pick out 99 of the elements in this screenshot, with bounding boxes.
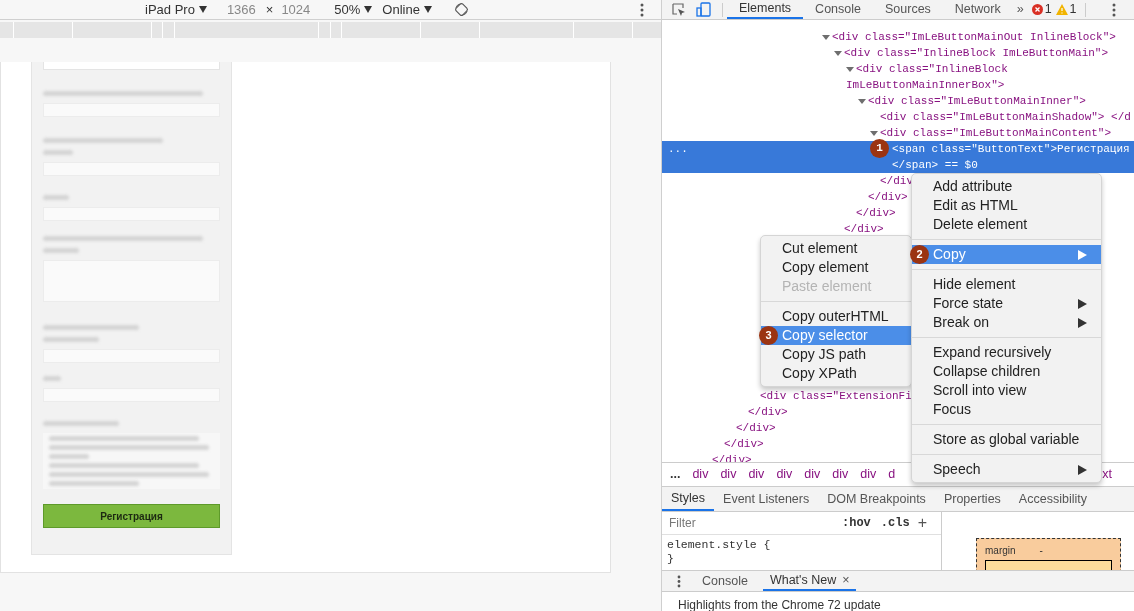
element-tag: <div class="ImLeButtonMainInner">	[868, 92, 1086, 110]
style-rule-line: }	[667, 552, 675, 566]
menu-item[interactable]: Speech	[912, 460, 1101, 479]
step-number-badge: 1	[870, 139, 889, 158]
breadcrumb[interactable]: div	[748, 465, 765, 484]
element-tag: <div class="InlineBlock	[856, 60, 1008, 78]
devtools-tab[interactable]: Network	[942, 0, 1013, 19]
margin-value: -	[1039, 544, 1043, 558]
closing-tag: </div>	[736, 419, 776, 437]
panel-tab[interactable]: Styles	[662, 487, 715, 511]
menu-item[interactable]: Collapse children	[912, 362, 1101, 381]
blurred-text	[49, 454, 89, 459]
breadcrumb[interactable]: div	[692, 465, 709, 484]
expanded-triangle-icon[interactable]	[858, 97, 866, 105]
element-tag: <div class="ImLeButtonMainOut InlineBlock">	[832, 28, 1116, 46]
element-tag: <div class="ExtensionFi	[760, 387, 912, 405]
node-actions[interactable]: ...	[668, 141, 688, 157]
closing-tag: </div>	[748, 403, 788, 421]
breadcrumb[interactable]: div	[860, 465, 877, 484]
closing-tag: </div>	[868, 188, 908, 206]
drawer-tab[interactable]: What's New ×	[762, 571, 857, 591]
panel-tab[interactable]: Accessibility	[1009, 487, 1096, 511]
element-tag: <div class="ImLeButtonMainShadow"> </d	[880, 108, 1131, 126]
hover-state-button[interactable]: :hov	[842, 514, 871, 532]
caret-icon	[423, 6, 432, 13]
whats-new-heading: Highlights from the Chrome 72 update	[678, 598, 881, 611]
menu-item[interactable]: 2 Copy	[912, 245, 1101, 264]
element-tag: <div class="InlineBlock ImLeButtonMain">	[844, 44, 1109, 62]
breadcrumb[interactable]: xt	[1102, 465, 1112, 484]
caret-icon	[364, 6, 373, 13]
breadcrumb[interactable]: d	[888, 465, 896, 484]
menu-item[interactable]: Delete element	[912, 215, 1101, 234]
drawer-menu-icon[interactable]	[677, 574, 681, 588]
breadcrumb[interactable]: div	[804, 465, 821, 484]
devtools-tab[interactable]: Elements	[727, 0, 804, 19]
element-tag: </span> == $0	[892, 156, 978, 174]
rotate-icon[interactable]	[453, 2, 469, 17]
menu-item[interactable]: Force state	[912, 294, 1101, 313]
inspect-element-icon[interactable]	[672, 2, 686, 17]
menu-item[interactable]: Focus	[912, 400, 1101, 419]
menu-item[interactable]: Break on	[912, 313, 1101, 332]
panel-tab[interactable]: Properties	[934, 487, 1010, 511]
panel-tab[interactable]: DOM Breakpoints	[818, 487, 935, 511]
menu-item[interactable]: 3 Copy selector	[761, 326, 911, 345]
device-select[interactable]: iPad Pro	[145, 0, 207, 20]
element-tag: ImLeButtonMainInnerBox">	[846, 76, 1005, 94]
blurred-text	[43, 248, 79, 253]
selected-node-row[interactable]: ... 1 <span class="ButtonText">Регистрация </span> == $0	[662, 141, 1134, 173]
error-icon	[1031, 4, 1043, 15]
menu-item[interactable]: Expand recursively	[912, 343, 1101, 362]
closing-tag: </div>	[856, 204, 896, 222]
menu-item[interactable]: Add attribute	[912, 177, 1101, 196]
breadcrumb[interactable]: div	[720, 465, 737, 484]
menu-item[interactable]: Copy JS path	[761, 345, 911, 364]
step-number-badge: 2	[910, 245, 929, 264]
register-button[interactable]: Регистрация	[43, 504, 220, 528]
blurred-text	[43, 376, 61, 381]
margin-label: margin	[985, 544, 1016, 558]
menu-item[interactable]: Copy outerHTML	[761, 307, 911, 326]
blurred-text	[43, 337, 99, 342]
dimension-separator: ×	[265, 0, 274, 19]
breadcrumb[interactable]: div	[776, 465, 793, 484]
device-toolbar-icon[interactable]	[696, 2, 712, 17]
more-tabs-button[interactable]: »	[1016, 0, 1024, 19]
devtools-tab[interactable]: Sources	[873, 0, 943, 19]
closing-tag: </div>	[712, 451, 752, 462]
element-tag: <div class="ImLeButtonMainContent">	[880, 124, 1112, 142]
close-tab-button[interactable]: ×	[842, 570, 850, 590]
breadcrumb[interactable]: ...	[670, 465, 681, 484]
closing-tag: </div>	[724, 435, 764, 453]
caret-icon	[198, 6, 207, 13]
menu-item[interactable]: Scroll into view	[912, 381, 1101, 400]
style-rule-line: element.style {	[667, 538, 772, 552]
throttle-select[interactable]: Online	[382, 0, 432, 20]
blurred-text	[43, 150, 73, 155]
closing-tag: </div>	[844, 220, 884, 238]
step-number-badge: 3	[759, 326, 778, 345]
class-button[interactable]: .cls	[880, 514, 910, 532]
warning-count[interactable]: 1	[1055, 0, 1077, 19]
menu-item[interactable]: Store as global variable	[912, 430, 1101, 449]
devtools-tab[interactable]: Console	[803, 0, 873, 19]
blurred-text	[43, 195, 69, 200]
expanded-triangle-icon[interactable]	[870, 129, 878, 137]
zoom-select[interactable]: 50%	[334, 0, 373, 20]
menu-item[interactable]: Edit as HTML	[912, 196, 1101, 215]
breadcrumb[interactable]: div	[832, 465, 849, 484]
menu-item[interactable]: Hide element	[912, 275, 1101, 294]
form-input[interactable]	[43, 62, 220, 70]
drawer-tab[interactable]: Console	[695, 571, 755, 591]
new-rule-button[interactable]: +	[917, 511, 927, 535]
menu-item[interactable]: Cut element	[761, 239, 911, 258]
menu-item[interactable]: Copy XPath	[761, 364, 911, 383]
menu-item[interactable]: Copy element	[761, 258, 911, 277]
error-count[interactable]: 1	[1031, 0, 1052, 19]
element-tag: <span class="ButtonText">Регистрация	[892, 140, 1130, 158]
more-options-icon[interactable]	[1112, 2, 1116, 17]
panel-tab[interactable]: Event Listeners	[714, 487, 819, 511]
warning-icon	[1055, 4, 1068, 15]
more-options-icon[interactable]	[640, 2, 644, 17]
